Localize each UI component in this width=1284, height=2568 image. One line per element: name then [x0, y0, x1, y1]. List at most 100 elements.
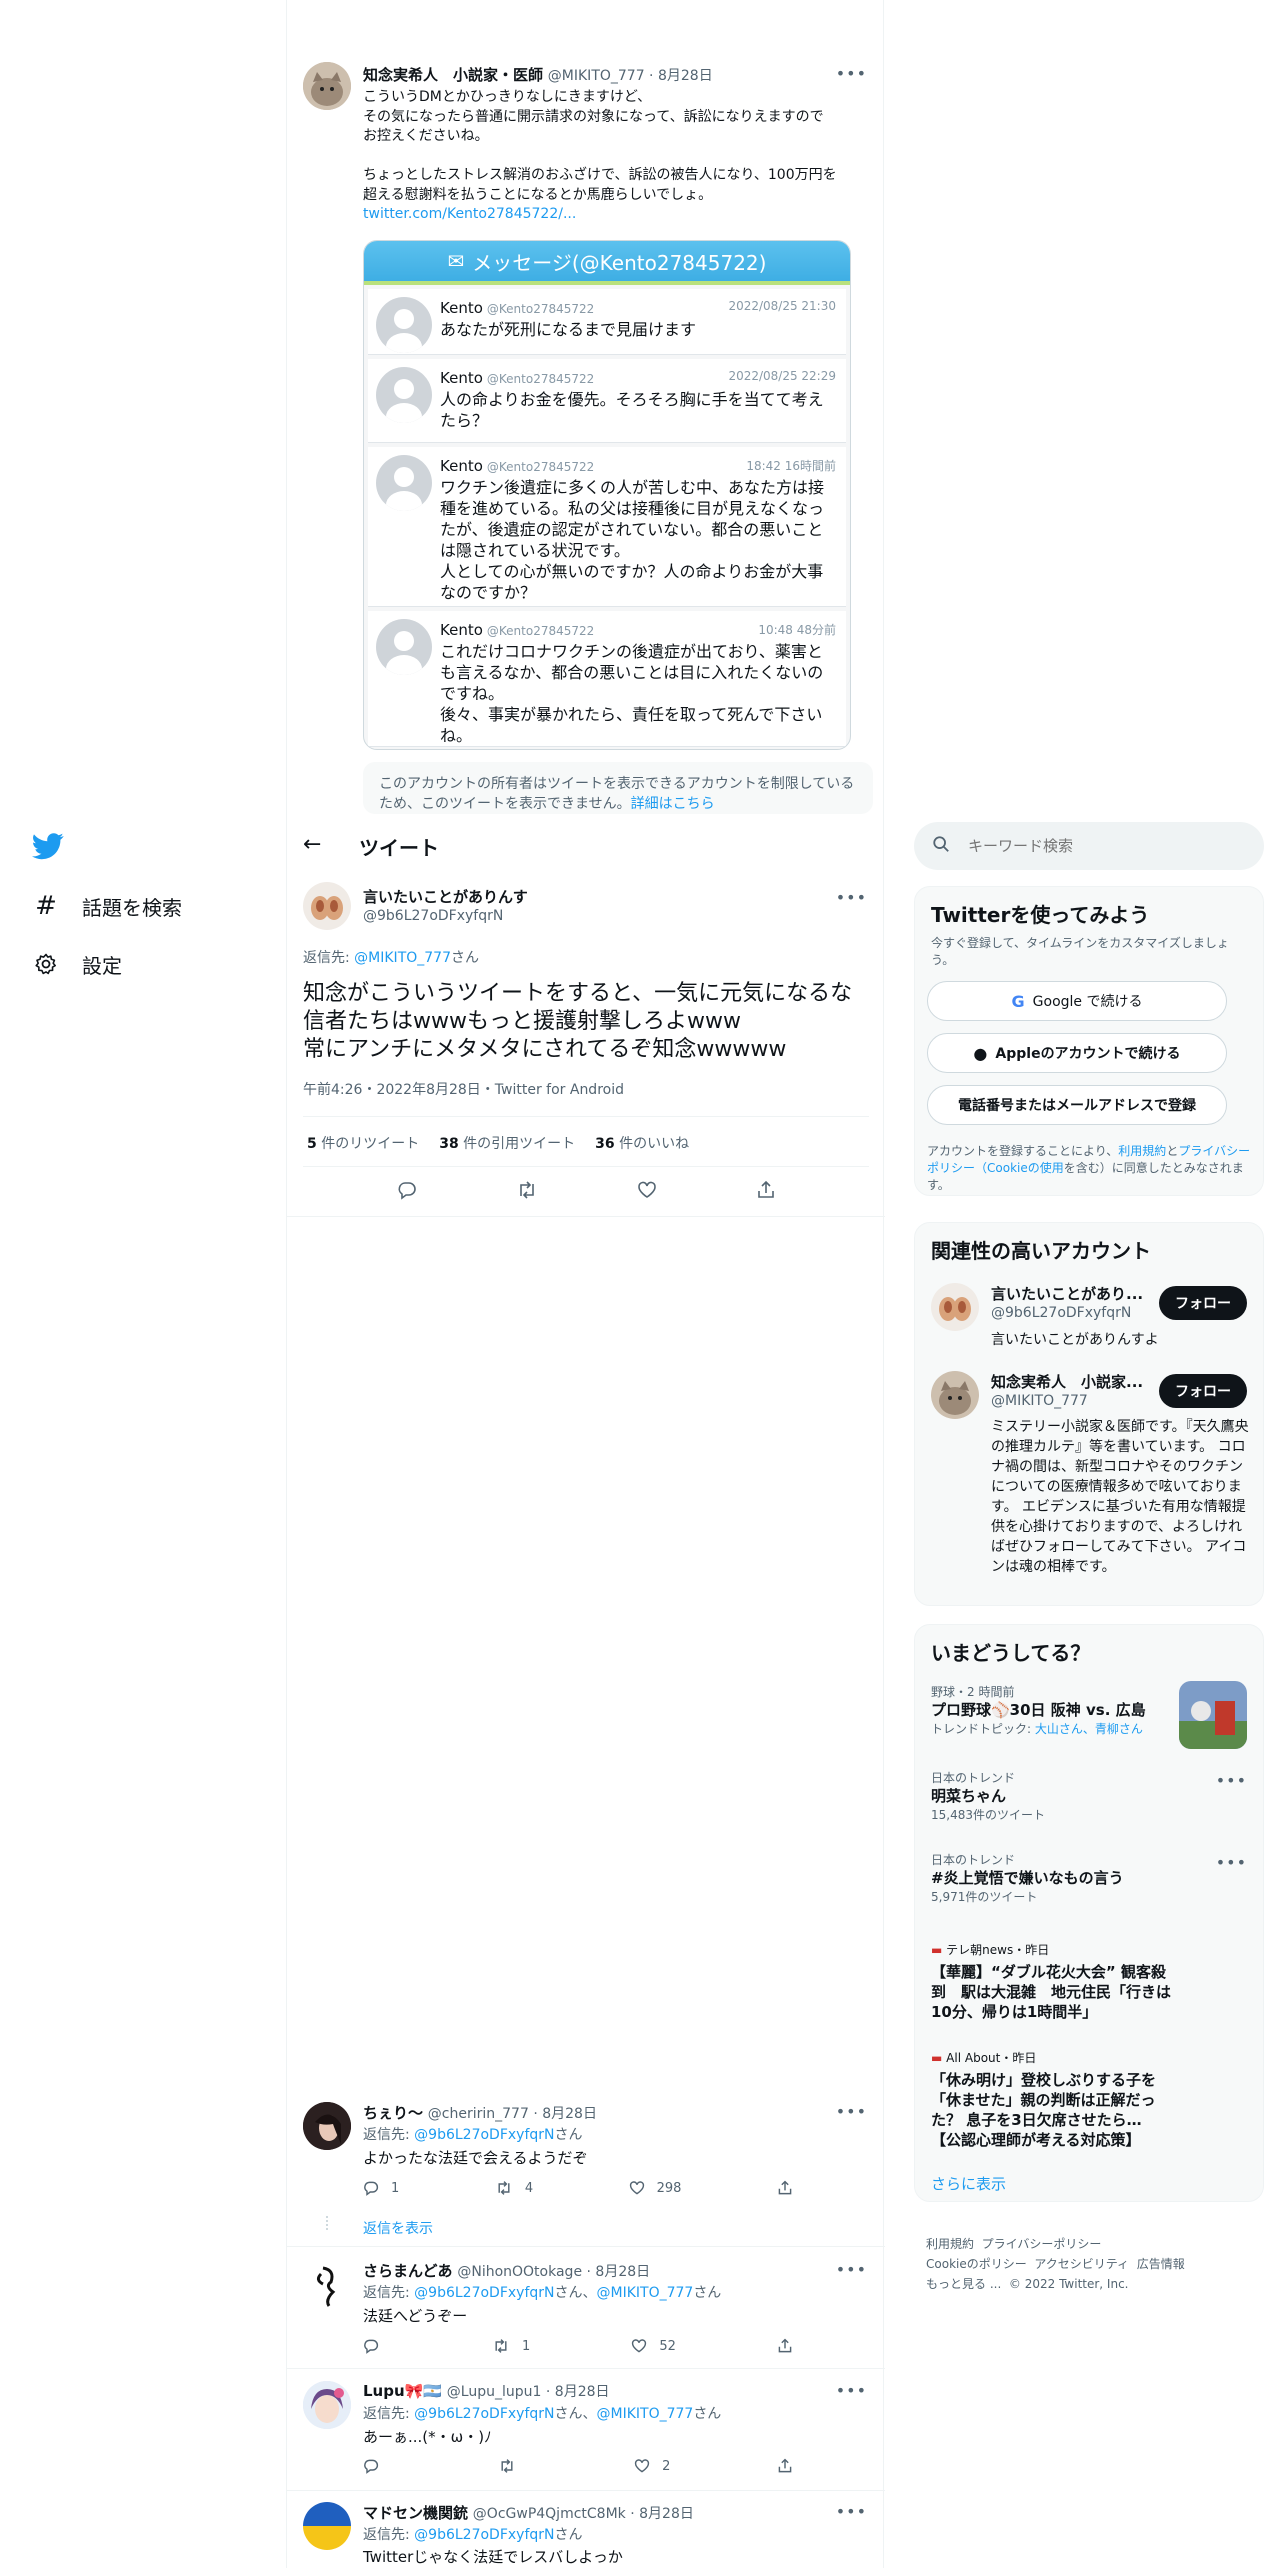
email-signup-button[interactable]: 電話番号またはメールアドレスで登録 [927, 1085, 1227, 1125]
main-author-avatar[interactable] [303, 882, 351, 930]
heart-icon[interactable] [637, 1180, 657, 1200]
quoted-link[interactable]: twitter.com/Kento27845722/... [363, 205, 873, 225]
like-stat[interactable]: 36 件のいいね [595, 1133, 689, 1153]
trend-title: 明菜ちゃん [931, 1787, 1007, 1805]
learn-more-link[interactable]: 詳細はこちら [631, 796, 715, 812]
show-replies-link[interactable]: 返信を表示 [363, 2218, 433, 2238]
quoted-date[interactable]: 8月28日 [658, 68, 713, 84]
footer-link[interactable]: 利用規約 [926, 2237, 974, 2251]
main-author-name[interactable]: 言いたいことがありんす [363, 886, 528, 907]
reply-date[interactable]: 8月28日 [639, 2506, 694, 2522]
account-name[interactable]: 言いたいことがあり... [991, 1283, 1143, 1304]
more-icon[interactable]: ••• [836, 2502, 867, 2521]
heart-icon[interactable]: 2 [634, 2458, 670, 2474]
nav-explore[interactable]: # 話題を検索 [32, 886, 182, 926]
reply-icon[interactable] [397, 1180, 417, 1200]
signup-title: Twitterを使ってみよう [931, 903, 1150, 927]
reply-avatar[interactable] [303, 2102, 351, 2150]
quote-stat[interactable]: 38 件の引用ツイート [439, 1133, 575, 1153]
news-title: 「休み明け」登校しぶりする子を「休ませた」親の判断は正解だった？ 息子を3日欠席… [931, 2071, 1157, 2149]
heart-icon[interactable]: 52 [631, 2338, 676, 2354]
share-icon[interactable] [777, 2180, 793, 2196]
footer-link[interactable]: もっと見る ... [926, 2277, 1001, 2291]
reply-author-name[interactable]: Lupu🎀🇦🇷 [363, 2382, 442, 2400]
reply-icon[interactable] [363, 2458, 391, 2474]
terms-link[interactable]: 利用規約 [1118, 1144, 1166, 1158]
reply-icon[interactable] [363, 2338, 391, 2354]
retweet-icon[interactable]: 1 [492, 2338, 530, 2354]
trend-topic-links[interactable]: 大山さん、青柳さん [1035, 1722, 1143, 1736]
reply-to-handle[interactable]: @9b6L27oDFxyfqrN [414, 2527, 554, 2543]
reply-avatar[interactable] [303, 2381, 351, 2429]
reply-date[interactable]: 8月28日 [595, 2264, 650, 2280]
nav-settings[interactable]: 設定 [32, 944, 122, 984]
follow-button[interactable]: フォロー [1159, 1286, 1247, 1320]
show-more-link[interactable]: さらに表示 [931, 2173, 1006, 2194]
footer-link[interactable]: Cookieのポリシー [926, 2257, 1027, 2271]
cookie-link[interactable]: （Cookieの使用 [975, 1161, 1064, 1175]
reply-author-handle[interactable]: @Lupu_lupu1 [447, 2384, 542, 2400]
account-avatar[interactable] [931, 1283, 979, 1331]
google-signup-button[interactable]: G Google で続ける [927, 981, 1227, 1021]
reply-to-prefix: 返信先: [303, 950, 355, 966]
dm-screenshot-image[interactable]: ✉ メッセージ(@Kento27845722) Kento @Kento27845… [363, 240, 851, 750]
reply-to-handle[interactable]: @9b6L27oDFxyfqrN [414, 2285, 554, 2301]
reply-author-handle[interactable]: @NihonOOtokage [457, 2264, 582, 2280]
apple-signup-button[interactable]: ● Appleのアカウントで続ける [927, 1033, 1227, 1073]
reply-author-name[interactable]: ちぇり～ [363, 2104, 423, 2122]
trend-item[interactable]: 日本のトレンド 明菜ちゃん 15,483件のツイート [931, 1769, 1251, 1823]
account-avatar[interactable] [931, 1371, 979, 1419]
footer-link[interactable]: 広告情報 [1137, 2257, 1185, 2271]
more-icon[interactable]: ••• [1216, 1771, 1247, 1790]
trend-item[interactable]: 日本のトレンド #炎上覚悟で嫌いなもの言う 5,971件のツイート [931, 1851, 1251, 1905]
more-icon[interactable]: ••• [836, 2381, 867, 2400]
follow-button[interactable]: フォロー [1159, 1374, 1247, 1408]
account-handle[interactable]: @MIKITO_777 [991, 1393, 1088, 1409]
more-icon[interactable]: ••• [836, 64, 867, 83]
quoted-author-name[interactable]: 知念実希人 小説家・医師 [363, 66, 543, 84]
reply-to-handle[interactable]: @9b6L27oDFxyfqrN [414, 2127, 554, 2143]
news-item[interactable]: ▬ All About・昨日 「休み明け」登校しぶりする子を「休ませた」親の判断… [931, 2049, 1251, 2150]
reply-text: あーぁ...(*・ω・)ﾉ [363, 2428, 492, 2446]
reply-author-handle[interactable]: @cheririn_777 [428, 2106, 529, 2122]
search-box[interactable] [914, 822, 1264, 870]
reply-to-handle[interactable]: @MIKITO_777 [597, 2285, 694, 2301]
account-name[interactable]: 知念実希人 小説家... [991, 1371, 1143, 1392]
more-icon[interactable]: ••• [1216, 1853, 1247, 1872]
search-input[interactable] [968, 837, 1228, 855]
like-count: 52 [659, 2338, 676, 2354]
main-author-handle[interactable]: @9b6L27oDFxyfqrN [363, 908, 503, 924]
footer-link[interactable]: アクセシビリティ [1034, 2257, 1129, 2271]
reply-avatar[interactable] [303, 2502, 351, 2550]
twitter-logo-icon[interactable] [31, 830, 64, 862]
reply-date[interactable]: 8月28日 [555, 2384, 610, 2400]
chinen-avatar[interactable] [303, 62, 351, 110]
reply-author-handle[interactable]: @OcGwP4QjmctC8Mk [473, 2506, 626, 2522]
back-arrow-icon[interactable]: ← [303, 832, 321, 857]
share-icon[interactable] [777, 2458, 793, 2474]
news-item[interactable]: ▬ テレ朝news・昨日 【華麗】“ダブル花火大会” 観客殺到 駅は大混雑 地元… [931, 1941, 1251, 2022]
reply-author-name[interactable]: さらまんどあ [363, 2262, 453, 2280]
reply-date[interactable]: 8月28日 [542, 2106, 597, 2122]
retweet-icon[interactable] [516, 1180, 538, 1200]
retweet-icon[interactable]: 4 [495, 2180, 533, 2196]
more-icon[interactable]: ••• [836, 2102, 867, 2121]
more-icon[interactable]: ••• [836, 888, 867, 907]
quoted-author-handle[interactable]: @MIKITO_777 [548, 68, 645, 84]
account-handle[interactable]: @9b6L27oDFxyfqrN [991, 1305, 1131, 1321]
reply-to-handle[interactable]: @MIKITO_777 [597, 2406, 694, 2422]
reply-to-handle[interactable]: @9b6L27oDFxyfqrN [414, 2406, 554, 2422]
share-icon[interactable] [777, 2338, 793, 2354]
reply-avatar[interactable] [303, 2260, 351, 2308]
reply-icon[interactable]: 1 [363, 2180, 399, 2196]
heart-icon[interactable]: 298 [629, 2180, 681, 2196]
footer-link[interactable]: プライバシーポリシー [982, 2237, 1102, 2251]
retweet-icon[interactable] [498, 2458, 528, 2474]
retweet-stat[interactable]: 5 件のリツイート [307, 1133, 419, 1153]
dm-name: Kento [440, 299, 483, 317]
more-icon[interactable]: ••• [836, 2260, 867, 2279]
legal-text: アカウントを登録することにより、 [927, 1144, 1119, 1158]
share-icon[interactable] [756, 1180, 776, 1200]
reply-author-name[interactable]: マドセン機関銃 [363, 2504, 468, 2522]
reply-to-handle[interactable]: @MIKITO_777 [354, 950, 451, 966]
